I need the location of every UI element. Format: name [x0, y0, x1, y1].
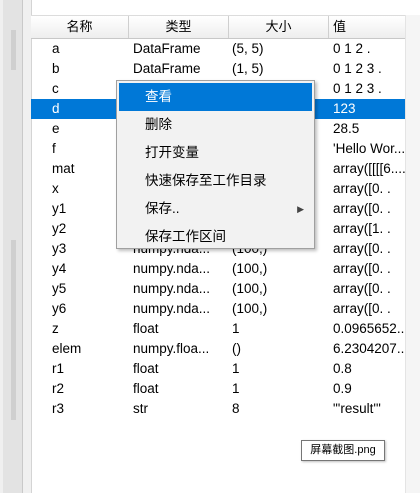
menu-item-save-submenu[interactable]: 保存.. ▶: [117, 195, 314, 223]
menu-item-save-workspace[interactable]: 保存工作区间: [117, 223, 314, 251]
cell-type: numpy.nda...: [133, 281, 211, 296]
vertical-scrollbar[interactable]: [405, 15, 420, 493]
menu-item-delete[interactable]: 删除: [117, 111, 314, 139]
left-scrollbar-thumb[interactable]: [11, 30, 16, 70]
cell-name: y3: [52, 241, 67, 256]
cell-size: (5, 5): [232, 41, 264, 56]
cell-name: y5: [52, 281, 67, 296]
cell-type: float: [133, 381, 159, 396]
table-row[interactable]: r3 str 8 "'result'": [31, 399, 420, 419]
cell-type: DataFrame: [133, 61, 201, 76]
table-row[interactable]: y6 numpy.nda... (100,) array([0. .: [31, 299, 420, 319]
cell-name: r2: [52, 381, 65, 396]
cell-type: numpy.floa...: [133, 341, 210, 356]
submenu-arrow-icon: ▶: [297, 204, 304, 214]
cell-size: 1: [232, 381, 240, 396]
cell-type: numpy.nda...: [133, 301, 211, 316]
cell-name: y4: [52, 261, 67, 276]
menu-item-quick-save[interactable]: 快速保存至工作目录: [117, 167, 314, 195]
cell-size: (100,): [232, 281, 268, 296]
cell-name: e: [52, 121, 60, 136]
cell-name: y1: [52, 201, 67, 216]
cell-name: elem: [52, 341, 82, 356]
cell-name: c: [52, 81, 59, 96]
cell-size: 1: [232, 321, 240, 336]
header-type[interactable]: 类型: [129, 16, 229, 38]
header-name[interactable]: 名称: [31, 16, 129, 38]
menu-item-view[interactable]: 查看: [119, 83, 312, 111]
cell-name: f: [52, 141, 56, 156]
left-scrollbar[interactable]: [3, 0, 23, 493]
cell-type: numpy.nda...: [133, 261, 211, 276]
cell-name: b: [52, 61, 60, 76]
cell-size: (): [232, 341, 241, 356]
cell-type: DataFrame: [133, 41, 201, 56]
cell-name: z: [52, 321, 59, 336]
cell-name: x: [52, 181, 59, 196]
cell-size: (100,): [232, 261, 268, 276]
cell-type: str: [133, 401, 148, 416]
table-row[interactable]: a DataFrame (5, 5) 0 1 2 .: [31, 39, 420, 59]
context-menu: 查看 删除 打开变量 快速保存至工作目录 保存.. ▶ 保存工作区间: [116, 80, 315, 249]
cell-size: 8: [232, 401, 240, 416]
filename-tooltip: 屏幕截图.png: [301, 440, 385, 461]
cell-size: (1, 5): [232, 61, 264, 76]
cell-name: y6: [52, 301, 67, 316]
cell-name: a: [52, 41, 60, 56]
left-panel-strip: [0, 0, 32, 493]
cell-size: 1: [232, 361, 240, 376]
cell-name: r1: [52, 361, 65, 376]
cell-name: d: [52, 101, 60, 116]
cell-name: y2: [52, 221, 67, 236]
menu-item-open-variable[interactable]: 打开变量: [117, 139, 314, 167]
cell-type: float: [133, 321, 159, 336]
table-row[interactable]: z float 1 0.0965652...: [31, 319, 420, 339]
table-row[interactable]: r1 float 1 0.8: [31, 359, 420, 379]
cell-name: r3: [52, 401, 65, 416]
left-scrollbar-segment: [11, 240, 16, 420]
table-row[interactable]: y4 numpy.nda... (100,) array([0. .: [31, 259, 420, 279]
header-size[interactable]: 大小: [229, 16, 329, 38]
table-row[interactable]: r2 float 1 0.9: [31, 379, 420, 399]
table-row[interactable]: b DataFrame (1, 5) 0 1 2 3 .: [31, 59, 420, 79]
table-header: 名称 类型 大小 值: [31, 15, 420, 39]
cell-name: mat: [52, 161, 75, 176]
table-row[interactable]: y5 numpy.nda... (100,) array([0. .: [31, 279, 420, 299]
table-row[interactable]: elem numpy.floa...() 6.2304207...: [31, 339, 420, 359]
cell-size: (100,): [232, 301, 268, 316]
cell-type: float: [133, 361, 159, 376]
